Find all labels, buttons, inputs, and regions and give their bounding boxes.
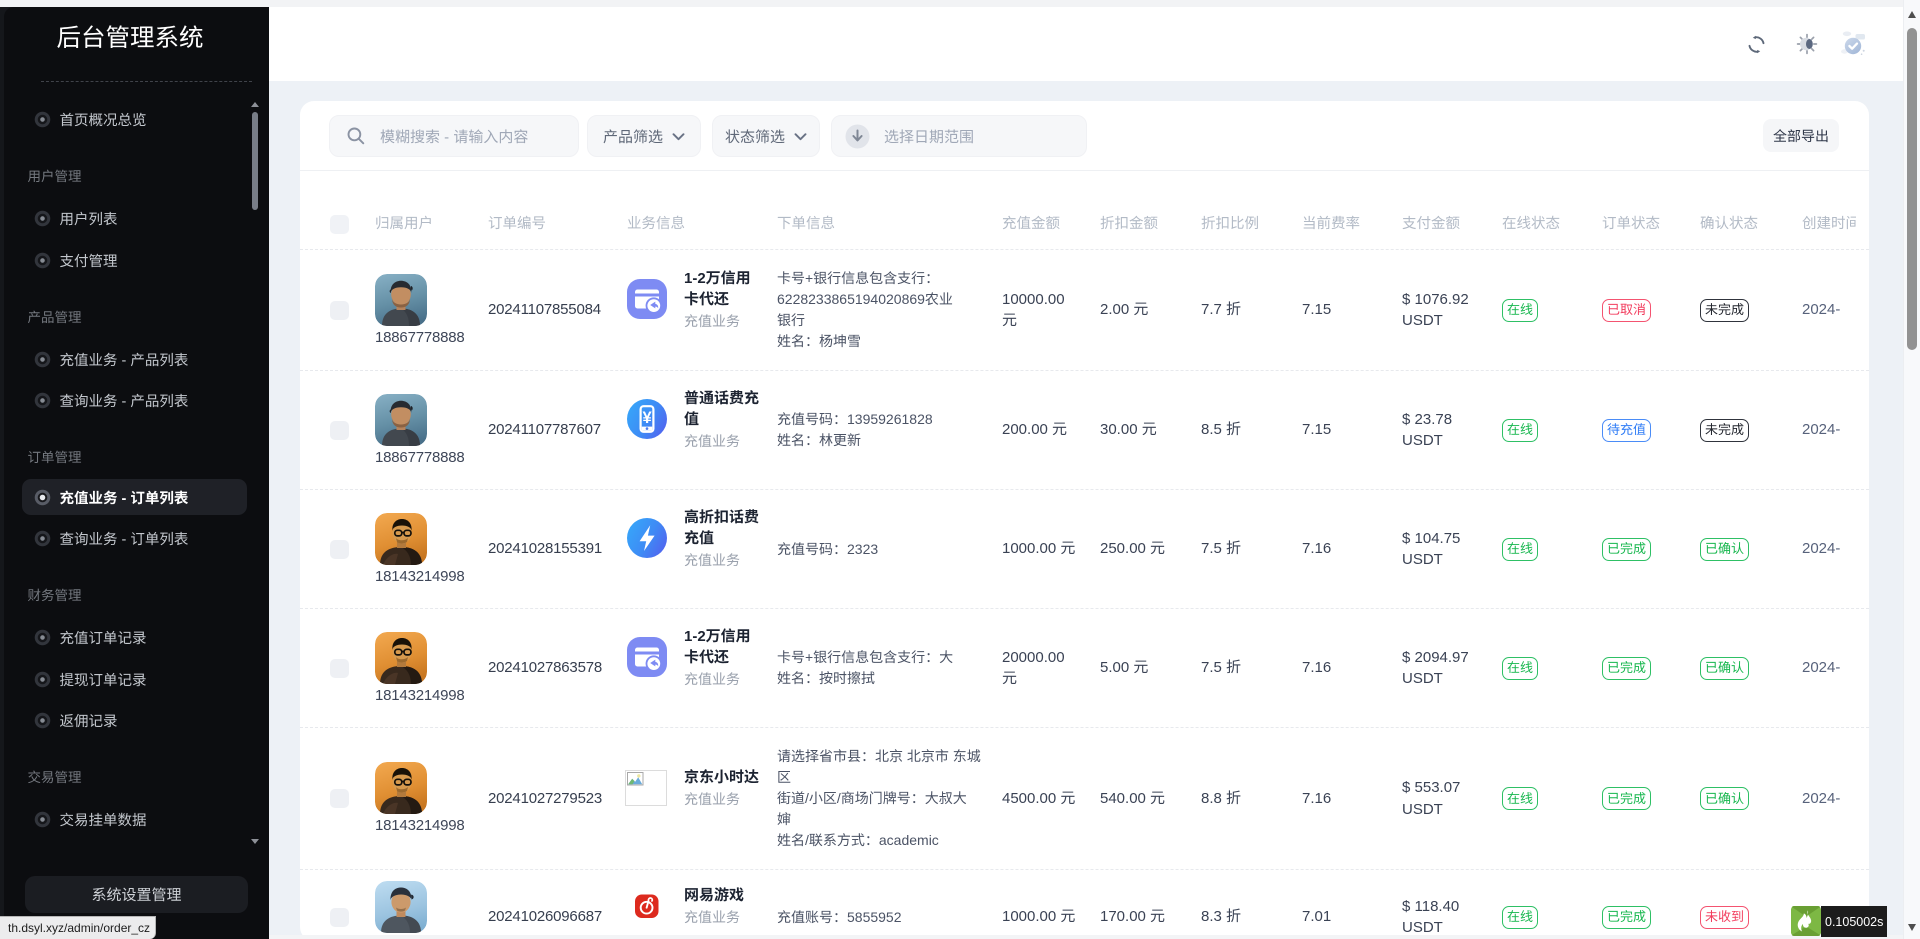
svg-text:¥: ¥: [643, 409, 653, 427]
